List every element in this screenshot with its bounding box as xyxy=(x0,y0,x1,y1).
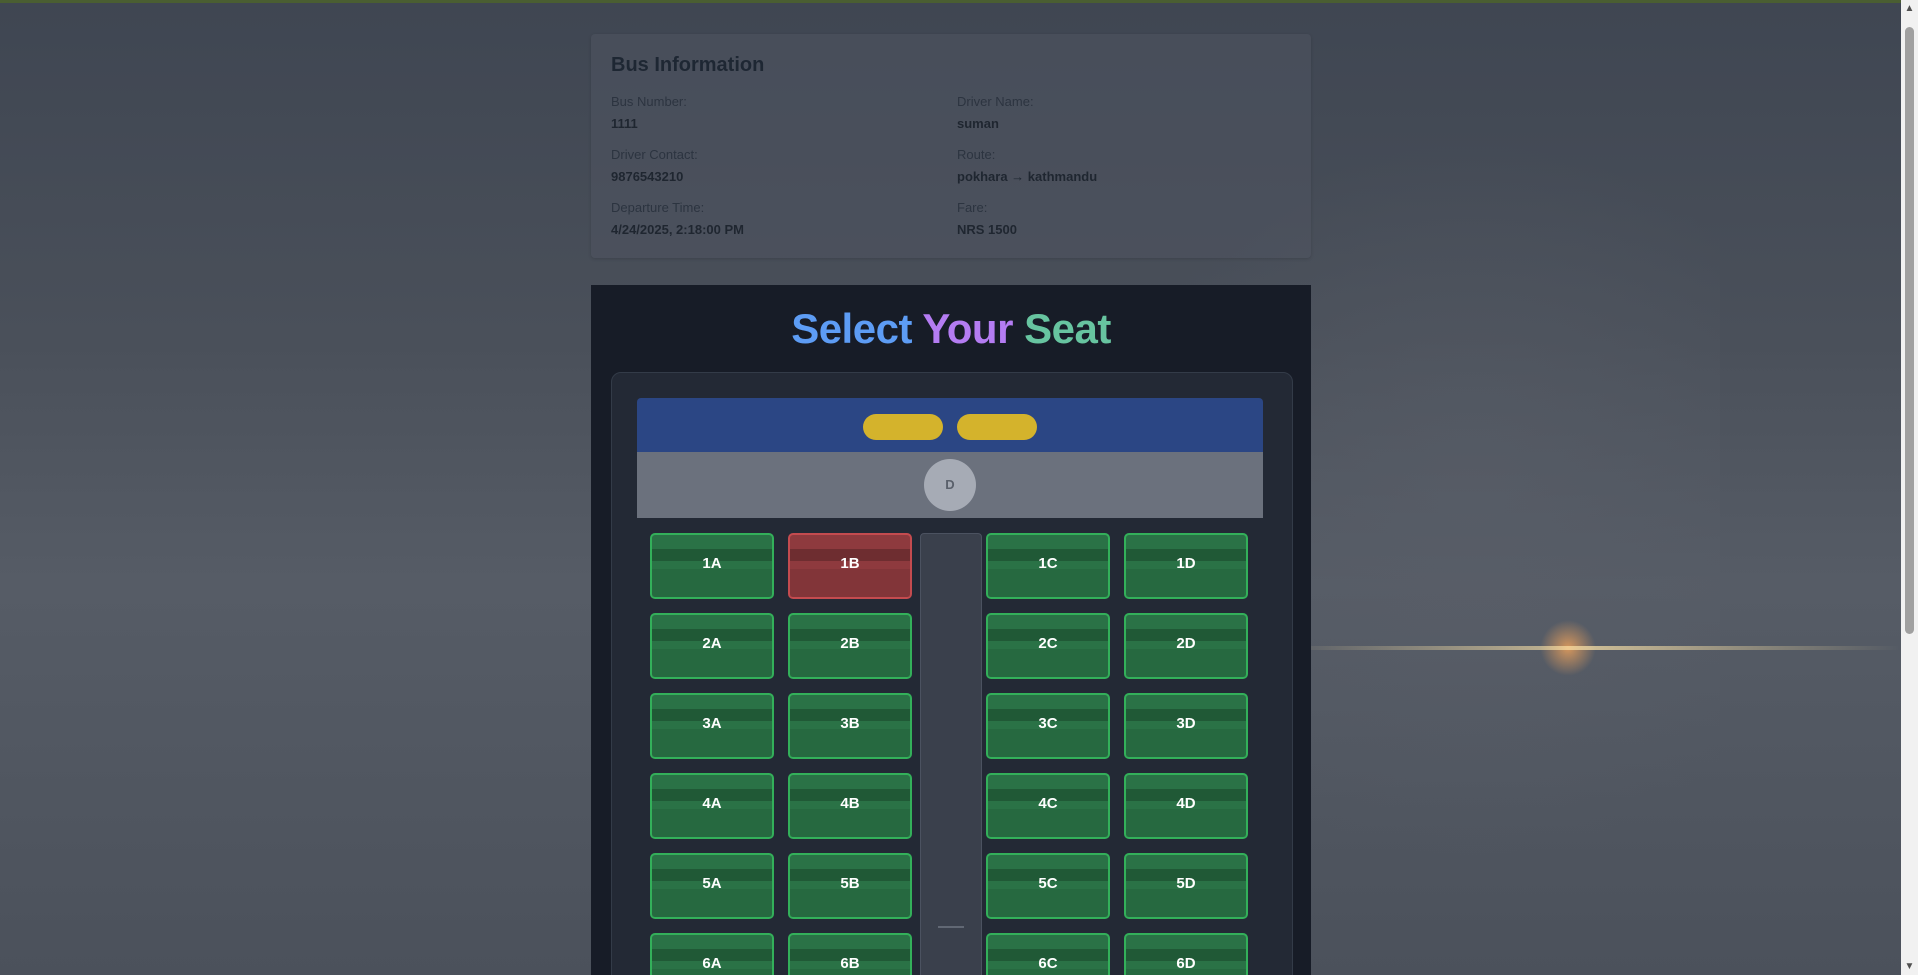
seat-label: 5C xyxy=(1038,875,1058,892)
bus-number-label: Bus Number: xyxy=(611,94,687,109)
seat-label: 3B xyxy=(840,715,860,732)
seat-4d[interactable]: 4D xyxy=(1124,773,1248,839)
route-field: Route: pokhara → kathmandu xyxy=(957,147,1301,185)
seat-5a[interactable]: 5A xyxy=(650,853,774,919)
fare-field: Fare: NRS 1500 xyxy=(957,200,1301,238)
seat-6b[interactable]: 6B xyxy=(788,933,912,975)
seat-3c[interactable]: 3C xyxy=(986,693,1110,759)
bus-number-field: Bus Number: 1111 xyxy=(611,94,957,132)
driver-contact-label: Driver Contact: xyxy=(611,147,698,162)
scrollbar-thumb[interactable] xyxy=(1905,27,1914,634)
headlight-right xyxy=(957,414,1037,440)
seat-label: 5A xyxy=(702,875,722,892)
seat-5c[interactable]: 5C xyxy=(986,853,1110,919)
seat-2c[interactable]: 2C xyxy=(986,613,1110,679)
departure-time-value: 4/24/2025, 2:18:00 PM xyxy=(611,222,744,237)
driver-name-value: suman xyxy=(957,116,999,131)
driver-contact-value: 9876543210 xyxy=(611,169,684,184)
bus-information-card: Bus Information Bus Number: 1111 Driver … xyxy=(591,34,1311,258)
seat-6a[interactable]: 6A xyxy=(650,933,774,975)
scroll-down-arrow-icon[interactable]: ▼ xyxy=(1901,958,1918,975)
route-label: Route: xyxy=(957,147,996,162)
title-word-select: Select xyxy=(791,305,912,352)
bus-information-grid: Bus Number: 1111 Driver Name: suman Driv… xyxy=(611,94,1301,238)
seat-label: 4D xyxy=(1176,795,1196,812)
seat-label: 4A xyxy=(702,795,722,812)
driver-name-field: Driver Name: suman xyxy=(957,94,1301,132)
seat-4c[interactable]: 4C xyxy=(986,773,1110,839)
seat-3d[interactable]: 3D xyxy=(1124,693,1248,759)
aisle-marker xyxy=(938,926,964,928)
fare-label: Fare: xyxy=(957,200,988,215)
seat-label: 1C xyxy=(1038,555,1058,572)
driver-contact-field: Driver Contact: 9876543210 xyxy=(611,147,957,185)
top-border-line xyxy=(0,0,1918,3)
driver-area: D xyxy=(637,452,1263,518)
title-word-your: Your xyxy=(922,305,1013,352)
seat-5b[interactable]: 5B xyxy=(788,853,912,919)
seat-2d[interactable]: 2D xyxy=(1124,613,1248,679)
departure-time-field: Departure Time: 4/24/2025, 2:18:00 PM xyxy=(611,200,957,238)
driver-name-label: Driver Name: xyxy=(957,94,1034,109)
scroll-up-arrow-icon[interactable]: ▲ xyxy=(1901,0,1918,17)
seat-label: 6D xyxy=(1176,955,1196,972)
seat-label: 1D xyxy=(1176,555,1196,572)
page-scrollbar[interactable]: ▲ ▼ xyxy=(1901,0,1918,975)
seat-label: 5B xyxy=(840,875,860,892)
background-light-streak xyxy=(1280,646,1900,650)
departure-time-label: Departure Time: xyxy=(611,200,705,215)
seat-label: 3D xyxy=(1176,715,1196,732)
seat-label: 1B xyxy=(840,555,860,572)
seat-label: 6A xyxy=(702,955,722,972)
seat-selection-title: Select Your Seat xyxy=(591,305,1311,353)
seat-selection-panel: Select Your Seat D 1A 1B 1C 1D 2A 2B 2C 2D 3A 3B 3… xyxy=(591,285,1311,975)
seat-2b[interactable]: 2B xyxy=(788,613,912,679)
seat-1d[interactable]: 1D xyxy=(1124,533,1248,599)
seat-label: 3A xyxy=(702,715,722,732)
seat-label: 2C xyxy=(1038,635,1058,652)
driver-seat: D xyxy=(924,459,976,511)
seat-4a[interactable]: 4A xyxy=(650,773,774,839)
seat-6d[interactable]: 6D xyxy=(1124,933,1248,975)
seat-2a[interactable]: 2A xyxy=(650,613,774,679)
seat-6c[interactable]: 6C xyxy=(986,933,1110,975)
seat-label: 6B xyxy=(840,955,860,972)
seat-1a[interactable]: 1A xyxy=(650,533,774,599)
route-value: pokhara → kathmandu xyxy=(957,169,1098,184)
seat-label: 2D xyxy=(1176,635,1196,652)
seat-label: 3C xyxy=(1038,715,1058,732)
seat-5d[interactable]: 5D xyxy=(1124,853,1248,919)
seat-3b[interactable]: 3B xyxy=(788,693,912,759)
headlight-left xyxy=(863,414,943,440)
seat-label: 1A xyxy=(702,555,722,572)
bus-front xyxy=(637,398,1263,452)
seat-label: 5D xyxy=(1176,875,1196,892)
seat-label: 4C xyxy=(1038,795,1058,812)
title-word-seat: Seat xyxy=(1024,305,1111,352)
bus-number-value: 1111 xyxy=(611,116,638,131)
seat-3a[interactable]: 3A xyxy=(650,693,774,759)
seat-4b[interactable]: 4B xyxy=(788,773,912,839)
fare-value: NRS 1500 xyxy=(957,222,1017,237)
seat-label: 2B xyxy=(840,635,860,652)
seat-label: 4B xyxy=(840,795,860,812)
seat-label: 6C xyxy=(1038,955,1058,972)
seat-label: 2A xyxy=(702,635,722,652)
seat-1c[interactable]: 1C xyxy=(986,533,1110,599)
seat-1b[interactable]: 1B xyxy=(788,533,912,599)
bus-aisle xyxy=(920,533,982,975)
bus-information-title: Bus Information xyxy=(611,54,765,76)
